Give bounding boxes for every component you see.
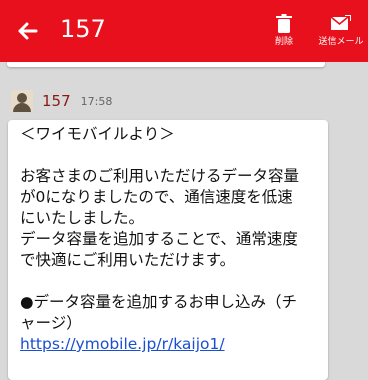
delete-button[interactable]: 削除: [264, 12, 304, 47]
envelope-send-icon: [331, 14, 351, 30]
sent-mail-label: 送信メール: [318, 37, 364, 47]
avatar-body-shape: [13, 103, 31, 112]
sender-name: 157: [42, 92, 71, 110]
message-line: で快適にご利用いただけます。: [20, 251, 236, 269]
trash-icon: [276, 13, 292, 33]
avatar-head-shape: [17, 93, 27, 103]
conversation-title: 157: [60, 15, 106, 43]
message-line: が0になりましたので、通信速度を低速: [20, 188, 293, 206]
message-line: ●データ容量を追加するお申し込み（チ: [20, 293, 298, 311]
message-line: お客さまのご利用いただけるデータ容量: [20, 167, 300, 185]
sender-row: 157 17:58: [11, 90, 112, 112]
avatar[interactable]: [11, 90, 33, 112]
message-line: にいたしました。: [20, 209, 145, 227]
arrow-left-icon: [18, 22, 38, 40]
message-line: データ容量を追加することで、通常速度: [20, 230, 298, 248]
message-line: ャージ）: [20, 314, 82, 332]
message-link[interactable]: https://ymobile.jp/r/kaijo1/: [20, 334, 318, 355]
message-bubble[interactable]: ＜ワイモバイルより＞ お客さまのご利用いただけるデータ容量 が0になりましたので…: [8, 120, 328, 380]
delete-label: 削除: [274, 37, 293, 47]
back-button[interactable]: [12, 16, 42, 46]
message-line: ＜ワイモバイルより＞: [20, 125, 175, 143]
message-time: 17:58: [80, 94, 113, 108]
app-bar: 157 削除 送信メール: [0, 0, 368, 62]
sent-mail-button[interactable]: 送信メール: [317, 12, 365, 47]
